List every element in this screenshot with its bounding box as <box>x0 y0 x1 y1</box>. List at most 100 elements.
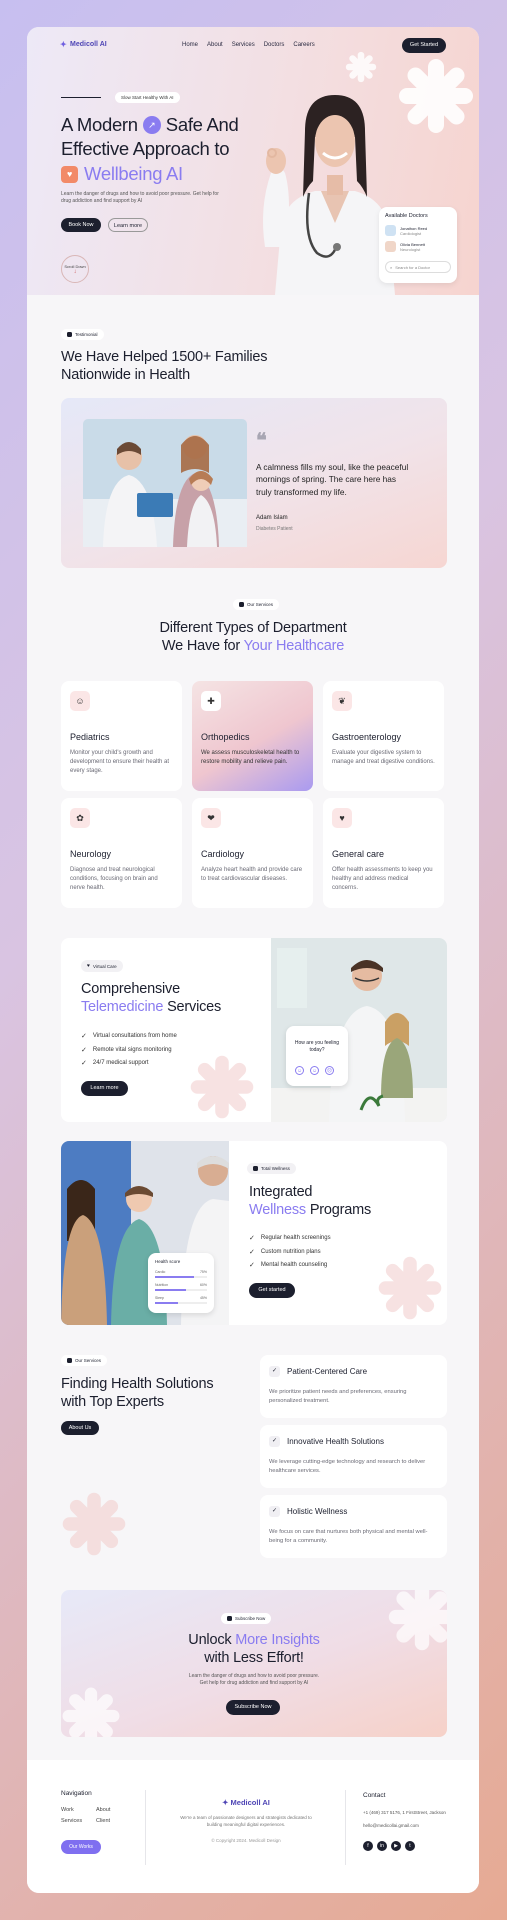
footer-about-text: We're a team of passionate designers and… <box>180 1815 312 1827</box>
health-bar-value: 45% <box>199 1296 207 1300</box>
hero-description: Learn the danger of drugs and how to avo… <box>61 191 219 204</box>
insights-description-line1: Learn the danger of drugs and how to avo… <box>188 1673 320 1679</box>
doctor-role: Neurologist <box>400 246 421 252</box>
solution-card-patient-centered[interactable]: ✓ Patient-Centered Care We prioritize pa… <box>260 1355 447 1418</box>
wellness-card: Health score Cardio 75% Nutrition 60% Slee… <box>61 1141 447 1325</box>
badge-label: Total Wellness <box>261 1166 290 1171</box>
department-card-cardiology[interactable]: ❤ Cardiology Analyze heart health and pr… <box>192 798 313 908</box>
badge-label: Subscribe Now <box>235 1616 266 1621</box>
feature-item: ✓ Custom nutrition plans <box>249 1248 331 1256</box>
heart-icon: ♥ <box>87 963 90 969</box>
hero-title-part: Safe And <box>165 114 239 135</box>
top-navbar: ✦ Medicoll AI Home About Services Doctors… <box>60 38 446 54</box>
bone-icon: ✚ <box>201 691 221 711</box>
doctor-list-item[interactable]: Olivia Bennett Neurologist <box>385 241 425 252</box>
department-card-general-care[interactable]: ♥ General care Offer health assessments … <box>323 798 444 908</box>
logo[interactable]: ✦ Medicoll AI <box>60 40 107 49</box>
get-started-button[interactable]: Get started <box>249 1283 295 1298</box>
get-started-button[interactable]: Get Started <box>402 38 446 53</box>
our-works-button[interactable]: Our Works <box>61 1840 101 1854</box>
department-title: Cardiology <box>201 849 245 859</box>
feature-item: ✓ Remote vital signs monitoring <box>81 1046 177 1054</box>
footer-link-work[interactable]: Work <box>61 1807 96 1813</box>
book-now-button[interactable]: Book Now <box>61 218 101 232</box>
footer-link-services[interactable]: Services <box>61 1818 96 1824</box>
doctor-list-item[interactable]: Jonathon Reed Cardiologist <box>385 225 427 236</box>
insights-title-accent: More Insights <box>235 1632 320 1648</box>
services-title-line2: We Have for Your Healthcare <box>27 637 479 655</box>
facebook-icon[interactable]: f <box>363 1841 373 1851</box>
families-title-line2: Nationwide in Health <box>61 367 190 383</box>
feature-label: Mental health counseling <box>260 1262 328 1268</box>
department-card-orthopedics[interactable]: ✚ Orthopedics We assess musculoskeletal … <box>192 681 313 791</box>
nav-link-services[interactable]: Services <box>232 42 255 48</box>
check-icon: ✓ <box>81 1060 87 1067</box>
about-us-button[interactable]: About Us <box>61 1421 99 1435</box>
subscribe-now-button[interactable]: Subscribe Now <box>226 1700 280 1715</box>
solutions-title-line1: Finding Health Solutions <box>61 1376 214 1392</box>
department-description: We assess musculoskeletal health to rest… <box>201 750 300 765</box>
solution-card-innovative[interactable]: ✓ Innovative Health Solutions We leverag… <box>260 1425 447 1488</box>
nav-links: Home About Services Doctors Careers <box>182 42 315 48</box>
doctor-search-placeholder: Search for a Doctor <box>395 265 430 270</box>
health-bar-track <box>155 1289 207 1291</box>
testimonial-quote: A calmness fills my soul, like the peace… <box>256 462 409 497</box>
footer-email[interactable]: hello@medicollai.gmail.com <box>363 1823 419 1828</box>
avatar <box>385 225 396 236</box>
footer-logo-text: Medicoll AI <box>230 1798 270 1807</box>
badge-label: Our Services <box>75 1358 102 1363</box>
check-icon: ✓ <box>249 1235 255 1242</box>
doctor-role: Cardiologist <box>400 230 422 236</box>
twitter-icon[interactable]: t <box>405 1841 415 1851</box>
department-title: Neurology <box>70 849 112 859</box>
chat-bubble-text: How are you feeling today? <box>294 1040 340 1053</box>
doctor-search-input[interactable]: ⌕ Search for a Doctor <box>385 261 451 273</box>
health-bar-label: Nutrition <box>155 1283 169 1287</box>
department-card-gastroenterology[interactable]: ❦ Gastroenterology Evaluate your digesti… <box>323 681 444 791</box>
scroll-down-button[interactable]: Scroll Down ↓ <box>61 255 89 283</box>
services-title-accent: Your Healthcare <box>243 638 345 654</box>
nav-link-home[interactable]: Home <box>182 42 198 48</box>
nav-link-careers[interactable]: Careers <box>293 42 314 48</box>
solution-description: We focus on care that nurtures both phys… <box>269 1529 428 1544</box>
hero-title-line3: ♥ Wellbeing AI <box>61 162 183 186</box>
feature-label: 24/7 medical support <box>92 1060 149 1066</box>
wellness-title-part: Programs <box>309 1202 372 1218</box>
asterisk-decoration-icon <box>378 1256 442 1320</box>
virtual-care-badge: ♥ Virtual Care <box>81 960 123 972</box>
nav-link-doctors[interactable]: Doctors <box>264 42 285 48</box>
total-wellness-badge: Total Wellness <box>247 1163 296 1174</box>
neutral-face-icon[interactable]: ☺ <box>310 1066 319 1075</box>
asterisk-decoration-icon <box>190 1055 254 1119</box>
stomach-icon: ❦ <box>332 691 352 711</box>
telemedicine-card: ♥ Virtual Care Comprehensive Telemedicine… <box>61 938 447 1122</box>
feature-label: Remote vital signs monitoring <box>92 1046 172 1053</box>
insights-description-line2: Get help for drug addiction and find sup… <box>199 1680 309 1686</box>
footer-link-client[interactable]: Client <box>96 1818 131 1824</box>
learn-more-button[interactable]: Learn more <box>81 1081 128 1096</box>
feature-label: Custom nutrition plans <box>260 1248 321 1255</box>
wellness-title-line1: Integrated <box>249 1184 313 1200</box>
solution-card-holistic[interactable]: ✓ Holistic Wellness We focus on care tha… <box>260 1495 447 1558</box>
wellness-feature-list: ✓ Regular health screenings ✓ Custom nutri… <box>249 1234 331 1275</box>
footer-logo[interactable]: ✦ Medicoll AI <box>147 1798 345 1807</box>
happy-face-icon[interactable]: ☺ <box>295 1066 304 1075</box>
learn-more-button[interactable]: Learn more <box>108 218 148 232</box>
health-bar-fill <box>155 1276 194 1278</box>
footer-phone[interactable]: +1 (469) 317 5176, 1 FirstStreet, Jackso… <box>363 1810 447 1816</box>
department-title: Orthopedics <box>201 732 250 742</box>
nav-link-about[interactable]: About <box>207 42 223 48</box>
sad-face-icon[interactable]: ☹ <box>325 1066 334 1075</box>
footer-nav-links: Work About Services Client <box>61 1807 131 1824</box>
department-card-neurology[interactable]: ✿ Neurology Diagnose and treat neurologi… <box>61 798 182 908</box>
linkedin-icon[interactable]: in <box>377 1841 387 1851</box>
footer-contact-title: Contact <box>363 1792 386 1799</box>
youtube-icon[interactable]: ▶ <box>391 1841 401 1851</box>
health-bar-label: Cardio <box>155 1270 166 1274</box>
logo-mark-icon: ✦ <box>60 40 67 49</box>
asterisk-decoration-icon <box>62 1492 126 1556</box>
insights-title-line1: Unlock More Insights <box>61 1631 447 1649</box>
department-card-pediatrics[interactable]: ☺ Pediatrics Monitor your child's growth… <box>61 681 182 791</box>
testimonial-badge: Testimonial <box>61 329 104 340</box>
footer-link-about[interactable]: About <box>96 1807 131 1813</box>
